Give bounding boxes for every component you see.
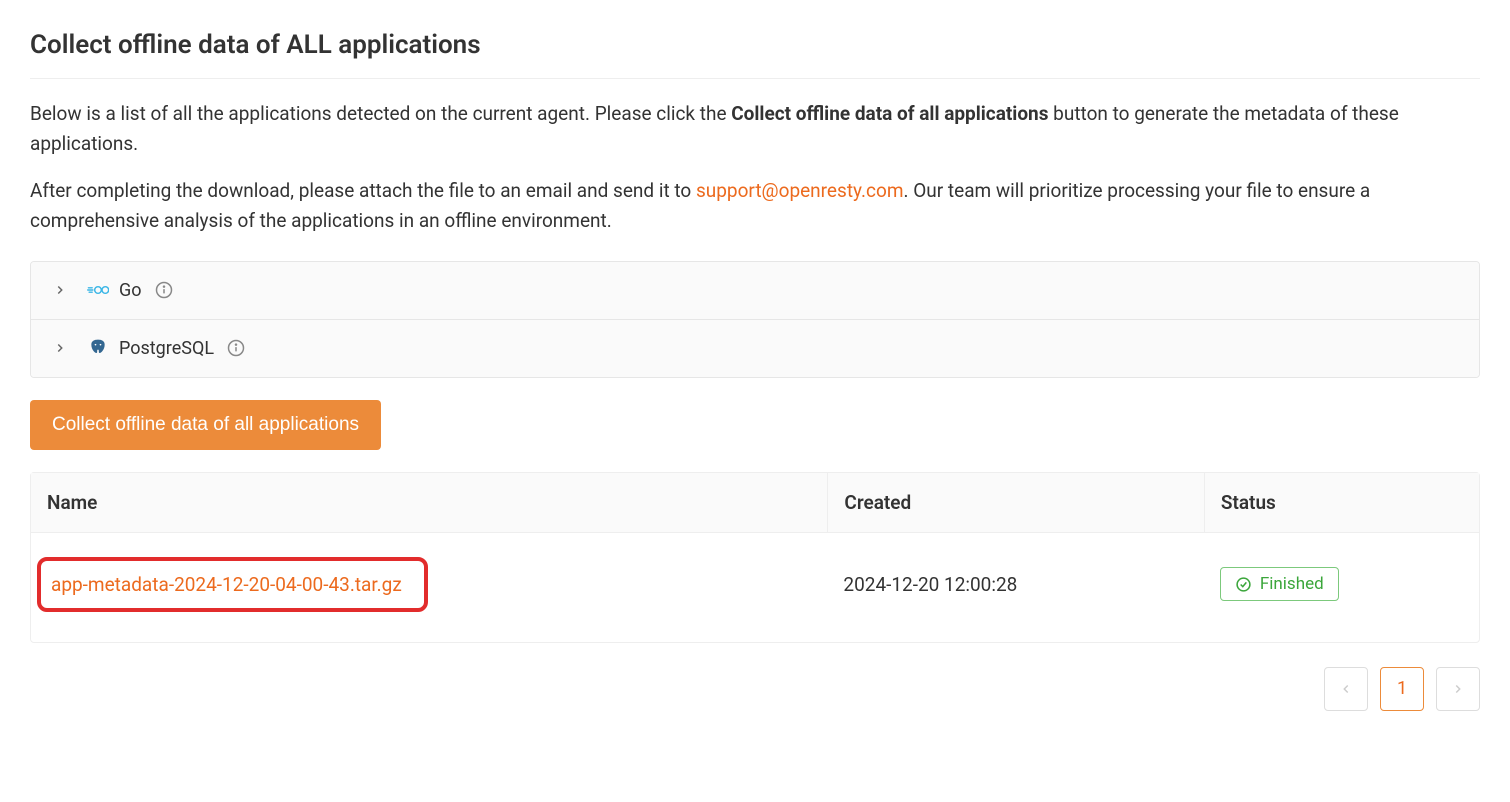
status-badge: Finished [1220,567,1339,601]
description-paragraph-2: After completing the download, please at… [30,176,1480,237]
chevron-right-icon [53,283,67,297]
app-row-postgresql[interactable]: PostgreSQL [31,320,1479,377]
table-header-status: Status [1204,473,1479,533]
page-number-button[interactable]: 1 [1380,667,1424,711]
metadata-table: Name Created Status app-metadata-2024-12… [30,472,1480,643]
app-name-label: PostgreSQL [119,338,214,359]
table-header-name: Name [31,473,827,533]
bold-text: Collect offline data of all applications [731,102,1048,125]
application-list: Go PostgreSQL [30,261,1480,378]
chevron-left-icon [1339,682,1353,696]
check-circle-icon [1235,576,1252,593]
info-icon[interactable] [226,338,246,358]
description-block: Below is a list of all the applications … [30,99,1480,237]
pagination: 1 [30,667,1480,711]
chevron-right-icon [53,341,67,355]
metadata-file-link[interactable]: app-metadata-2024-12-20-04-00-43.tar.gz [51,573,402,596]
highlight-annotation: app-metadata-2024-12-20-04-00-43.tar.gz [37,557,428,612]
text-segment: After completing the download, please at… [30,179,696,202]
created-cell: 2024-12-20 12:00:28 [827,533,1203,642]
support-email-link[interactable]: support@openresty.com [696,179,904,202]
status-text: Finished [1260,574,1324,594]
info-icon[interactable] [154,280,174,300]
app-row-go[interactable]: Go [31,262,1479,320]
app-name-label: Go [119,280,142,301]
table-header-created: Created [827,473,1203,533]
page-title: Collect offline data of ALL applications [30,30,1480,79]
prev-page-button[interactable] [1324,667,1368,711]
text-segment: Below is a list of all the applications … [30,102,731,125]
description-paragraph-1: Below is a list of all the applications … [30,99,1480,160]
collect-button[interactable]: Collect offline data of all applications [30,400,381,450]
next-page-button[interactable] [1436,667,1480,711]
chevron-right-icon [1451,682,1465,696]
table-row: app-metadata-2024-12-20-04-00-43.tar.gz … [31,533,1479,642]
postgresql-icon [87,339,109,357]
go-icon [87,281,109,299]
